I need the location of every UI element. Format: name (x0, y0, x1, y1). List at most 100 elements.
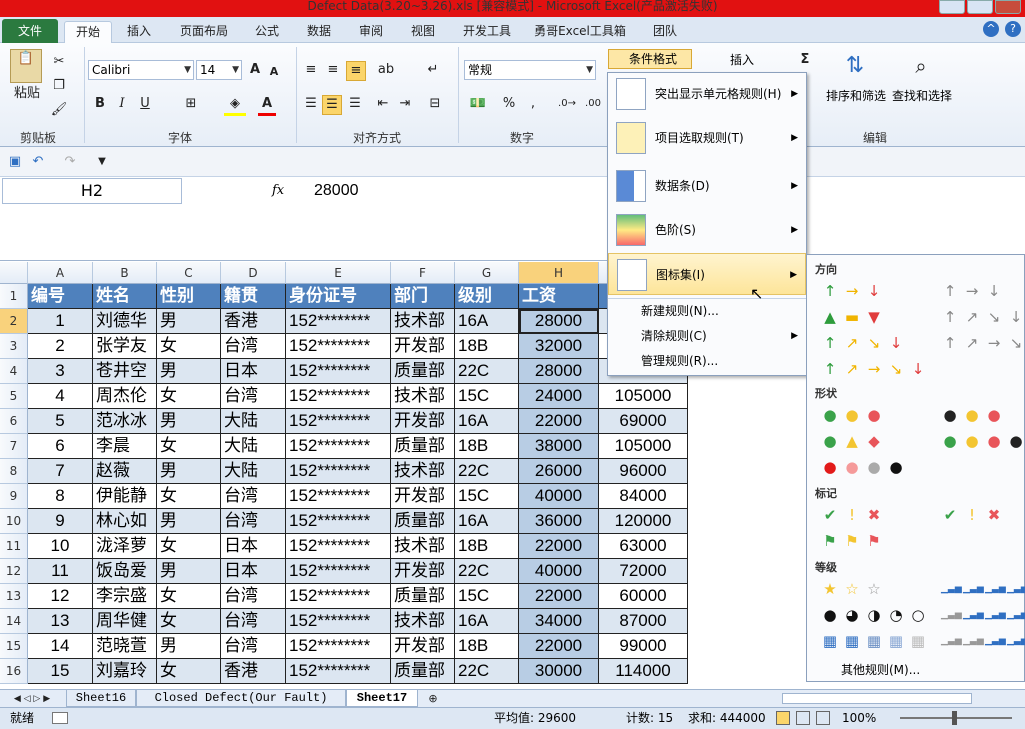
table-cell[interactable]: 18B (455, 434, 519, 459)
table-cell[interactable]: 16A (455, 609, 519, 634)
function-icon[interactable]: fx (272, 183, 284, 198)
table-cell[interactable]: 男 (157, 459, 221, 484)
icon-set-symbol-icon[interactable]: ● (843, 459, 861, 475)
icon-set-symbol-icon[interactable]: ☆ (843, 581, 861, 597)
table-cell[interactable]: 152******** (286, 409, 391, 434)
icon-set-symbol-icon[interactable]: ● (941, 433, 959, 449)
table-cell[interactable]: 105000 (599, 434, 688, 459)
table-cell[interactable]: 5 (28, 409, 93, 434)
icon-set-symbol-icon[interactable]: ⚑ (865, 533, 883, 549)
table-cell[interactable]: 22000 (519, 634, 599, 659)
paste-label[interactable]: 粘贴 (10, 85, 44, 103)
table-cell[interactable]: 16A (455, 409, 519, 434)
align-right-icon[interactable]: ☰ (346, 95, 364, 113)
table-cell[interactable]: 周华健 (93, 609, 157, 634)
table-cell[interactable]: 22C (455, 659, 519, 684)
number-format-combo[interactable]: 常规 ▼ (464, 60, 596, 80)
format-painter-icon[interactable]: 🖌 (50, 101, 68, 119)
table-cell[interactable]: 15C (455, 384, 519, 409)
increase-indent-icon[interactable]: ⇥ (396, 95, 414, 113)
font-name-combo[interactable]: Calibri ▼ (88, 60, 194, 80)
find-select-label[interactable]: 查找和选择 (892, 87, 952, 104)
icon-set-symbol-icon[interactable]: ↓ (887, 335, 905, 351)
cut-icon[interactable]: ✂ (50, 53, 68, 71)
icon-set-symbol-icon[interactable]: ○ (909, 607, 927, 623)
table-cell[interactable]: 技术部 (391, 309, 455, 334)
align-center-icon[interactable]: ☰ (322, 95, 342, 115)
row-header[interactable]: 10 (0, 509, 28, 534)
icon-set-symbol-icon[interactable]: ● (865, 407, 883, 423)
icon-set-symbol-icon[interactable]: ▦ (843, 633, 861, 649)
tab-page-layout[interactable]: 页面布局 (172, 21, 236, 43)
table-cell[interactable]: 30000 (519, 659, 599, 684)
column-header-G[interactable]: G (455, 262, 519, 284)
fill-color-icon[interactable]: ◈ (224, 95, 246, 116)
menu-item-color-scales[interactable]: 色阶(S) ▶ (608, 209, 806, 251)
table-cell[interactable]: 泷泽萝 (93, 534, 157, 559)
icon-set-symbol-icon[interactable]: ↓ (865, 283, 883, 299)
table-cell[interactable]: 7 (28, 459, 93, 484)
menu-item-new-rule[interactable]: 新建规则(N)... (608, 299, 806, 323)
column-header-A[interactable]: A (28, 262, 93, 284)
close-button[interactable] (995, 0, 1021, 14)
tab-developer[interactable]: 开发工具 (454, 21, 520, 43)
table-cell[interactable]: 开发部 (391, 334, 455, 359)
table-cell[interactable]: 40000 (519, 484, 599, 509)
table-cell[interactable]: 李晨 (93, 434, 157, 459)
table-cell[interactable]: 刘德华 (93, 309, 157, 334)
align-top-icon[interactable]: ≡ (302, 61, 320, 79)
table-cell[interactable]: 15 (28, 659, 93, 684)
table-cell[interactable]: 伊能静 (93, 484, 157, 509)
icon-set-symbol-icon[interactable]: → (843, 283, 861, 299)
macro-record-icon[interactable] (52, 712, 68, 724)
icon-set-symbol-icon[interactable]: ◆ (865, 433, 883, 449)
table-cell[interactable]: 22C (455, 559, 519, 584)
insert-cells-button[interactable]: 插入 (730, 51, 754, 68)
menu-item-clear-rules[interactable]: 清除规则(C) ▶ (608, 324, 806, 348)
table-cell[interactable]: 男 (157, 409, 221, 434)
row-header[interactable]: 11 (0, 534, 28, 559)
table-cell[interactable]: 女 (157, 434, 221, 459)
sheet-tab-closed-defect[interactable]: Closed Defect(Our Fault) (136, 690, 346, 707)
icon-set-symbol-icon[interactable]: ↘ (1007, 335, 1025, 351)
table-cell[interactable]: 22000 (519, 409, 599, 434)
table-cell[interactable]: 11 (28, 559, 93, 584)
icon-set-symbol-icon[interactable]: ↘ (985, 309, 1003, 325)
more-rules-link[interactable]: 其他规则(M)... (841, 661, 920, 678)
column-header-C[interactable]: C (157, 262, 221, 284)
table-cell[interactable]: 台湾 (221, 584, 286, 609)
icon-set-symbol-icon[interactable]: ▦ (865, 633, 883, 649)
icon-set-symbol-icon[interactable]: ● (985, 407, 1003, 423)
icon-set-symbol-icon[interactable]: ● (963, 407, 981, 423)
table-header-cell[interactable]: 性别 (157, 284, 221, 309)
tab-home[interactable]: 开始 (64, 21, 112, 43)
tab-data[interactable]: 数据 (298, 21, 340, 43)
table-cell[interactable]: 台湾 (221, 634, 286, 659)
icon-set-symbol-icon[interactable]: ● (821, 433, 839, 449)
tab-review[interactable]: 审阅 (350, 21, 392, 43)
table-cell[interactable]: 152******** (286, 659, 391, 684)
icon-set-symbol-icon[interactable]: ↑ (941, 335, 959, 351)
menu-item-highlight-rules[interactable]: 突出显示单元格规则(H) ▶ (608, 73, 806, 115)
sheet-nav-arrows-icon[interactable]: ◀ ◁ ▷ ▶ (4, 690, 60, 708)
icon-set-symbol-icon[interactable]: ● (821, 407, 839, 423)
icon-set-symbol-icon[interactable]: ▬ (843, 309, 861, 325)
table-cell[interactable]: 28000 (519, 359, 599, 384)
table-cell[interactable]: 24000 (519, 384, 599, 409)
table-cell[interactable]: 69000 (599, 409, 688, 434)
table-cell[interactable]: 18B (455, 334, 519, 359)
table-cell[interactable]: 技术部 (391, 609, 455, 634)
row-header[interactable]: 8 (0, 459, 28, 484)
table-cell[interactable]: 香港 (221, 659, 286, 684)
table-cell[interactable]: 台湾 (221, 609, 286, 634)
save-icon[interactable]: ▣ (8, 153, 22, 171)
table-cell[interactable]: 日本 (221, 559, 286, 584)
minimize-button[interactable] (939, 0, 965, 14)
icon-set-symbol-icon[interactable]: ▁▃▅ (963, 581, 984, 597)
menu-item-icon-sets[interactable]: 图标集(I) ▶ (608, 253, 806, 295)
table-cell[interactable]: 34000 (519, 609, 599, 634)
table-cell[interactable]: 刘嘉玲 (93, 659, 157, 684)
table-header-cell[interactable]: 部门 (391, 284, 455, 309)
table-cell[interactable]: 22000 (519, 584, 599, 609)
icon-set-symbol-icon[interactable]: ↗ (843, 335, 861, 351)
